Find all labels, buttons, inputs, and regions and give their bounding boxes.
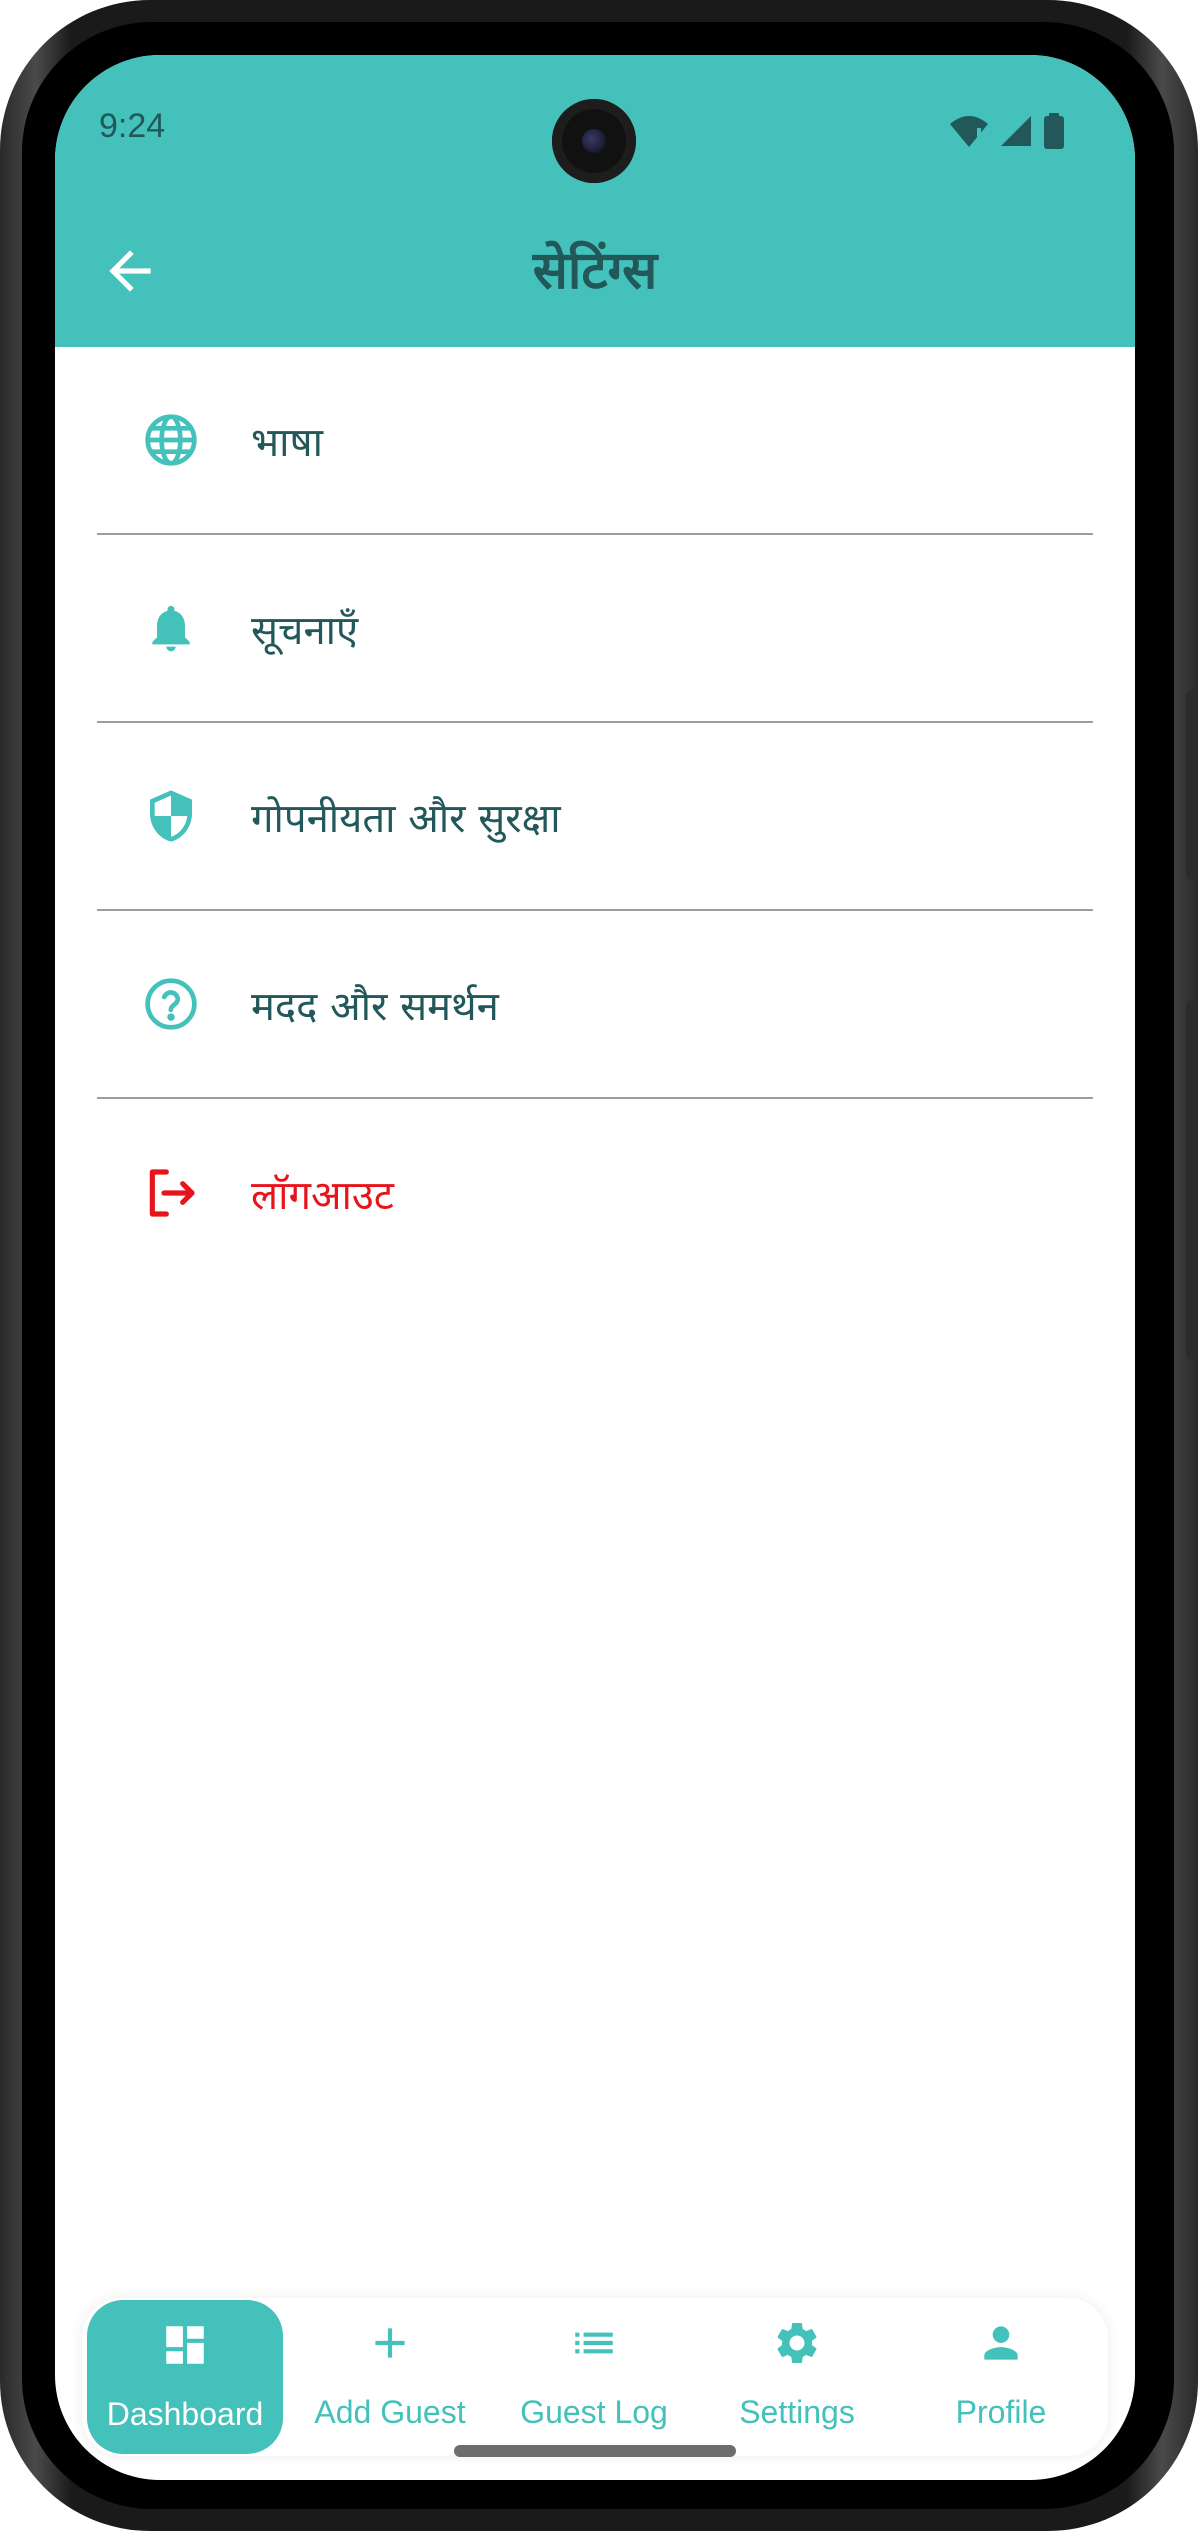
- logout-icon: [141, 1163, 201, 1223]
- gear-icon: [777, 2323, 817, 2363]
- settings-item-label: भाषा: [251, 419, 323, 466]
- nav-item-dashboard[interactable]: Dashboard: [87, 2300, 283, 2454]
- nav-label: Guest Log: [520, 2394, 668, 2430]
- wifi-icon: [950, 116, 988, 147]
- settings-list: भाषा सूचनाएँ गोपनीयता और सुरक्षा मदद और …: [97, 347, 1093, 1287]
- settings-item-privacy-security[interactable]: गोपनीयता और सुरक्षा: [97, 723, 1093, 911]
- page-title: सेटिंग्स: [532, 241, 658, 301]
- help-circle-icon: [141, 974, 201, 1034]
- volume-button: [1186, 1000, 1198, 1360]
- battery-icon: [1044, 113, 1064, 149]
- bottom-navigation: Dashboard Add Guest Guest Log Settings P…: [82, 2298, 1108, 2456]
- settings-item-label: गोपनीयता और सुरक्षा: [251, 795, 561, 842]
- person-icon: [984, 2326, 1018, 2360]
- list-icon: [575, 2332, 613, 2354]
- settings-item-label: मदद और समर्थन: [251, 983, 499, 1030]
- bell-icon: [141, 598, 201, 658]
- nav-item-profile[interactable]: Profile: [903, 2298, 1099, 2456]
- plus-icon: [375, 2328, 405, 2358]
- signal-icon: [1001, 116, 1031, 146]
- status-time: 9:24: [99, 107, 166, 145]
- shield-icon: [141, 786, 201, 846]
- dashboard-icon: [166, 2326, 204, 2364]
- nav-label: Settings: [739, 2394, 855, 2430]
- nav-label: Add Guest: [314, 2394, 466, 2430]
- globe-icon: [141, 410, 201, 470]
- status-icons: [949, 113, 1065, 149]
- settings-item-logout[interactable]: लॉगआउट: [97, 1099, 1093, 1287]
- nav-item-guest-log[interactable]: Guest Log: [496, 2298, 692, 2456]
- nav-item-add-guest[interactable]: Add Guest: [292, 2298, 488, 2456]
- settings-item-label: लॉगआउट: [251, 1172, 394, 1219]
- phone-frame: 9:24 सेटिंग्स भाषा सूचनाएँ गोपनीयता और स…: [0, 0, 1198, 2531]
- front-camera: [552, 99, 636, 183]
- settings-item-label: सूचनाएँ: [251, 607, 359, 654]
- settings-item-language[interactable]: भाषा: [97, 347, 1093, 535]
- settings-item-notifications[interactable]: सूचनाएँ: [97, 535, 1093, 723]
- nav-label: Dashboard: [106, 2396, 264, 2432]
- screen: 9:24 सेटिंग्स भाषा सूचनाएँ गोपनीयता और स…: [55, 55, 1135, 2480]
- nav-item-settings[interactable]: Settings: [699, 2298, 895, 2456]
- home-indicator[interactable]: [454, 2445, 736, 2457]
- power-button: [1186, 690, 1198, 880]
- nav-label: Profile: [955, 2394, 1047, 2430]
- app-bar: 9:24 सेटिंग्स: [55, 55, 1135, 347]
- settings-item-help-support[interactable]: मदद और समर्थन: [97, 911, 1093, 1099]
